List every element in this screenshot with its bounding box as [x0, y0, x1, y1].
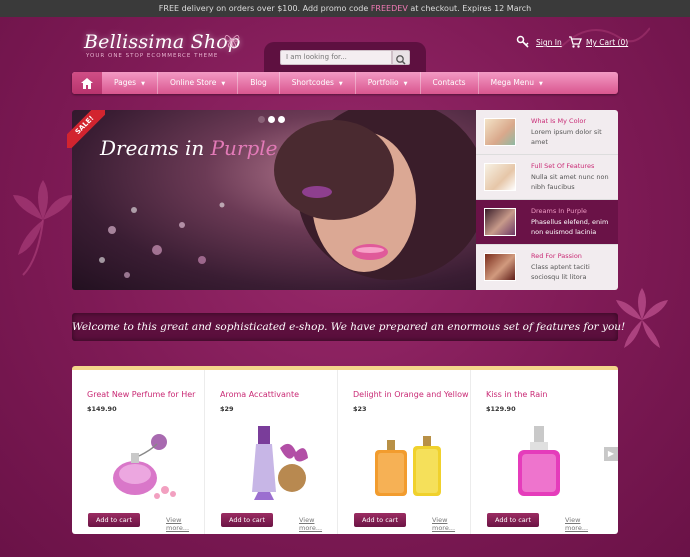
nav-item-contacts[interactable]: Contacts	[421, 72, 479, 94]
chevron-down-icon: ▼	[338, 81, 343, 87]
chevron-down-icon: ▼	[141, 81, 145, 87]
thumb-desc: Lorem ipsum dolor sit amet	[531, 128, 602, 146]
add-to-cart-button[interactable]: Add to cart	[88, 513, 140, 527]
key-icon	[516, 35, 529, 48]
slider-thumb-active[interactable]: Dreams In Purple Phasellus elefend, enim…	[476, 200, 618, 245]
product-price: $23	[353, 405, 367, 413]
nav-item-shortcodes[interactable]: Shortcodes ▼	[280, 72, 356, 94]
sale-ribbon: SALE!	[67, 110, 105, 148]
cart-link[interactable]: My Cart (0)	[586, 38, 628, 47]
nav-label: Pages	[114, 78, 137, 87]
slider-dots	[258, 116, 285, 123]
slider-thumb[interactable]: Red For Passion Class aptent taciti soci…	[476, 245, 618, 290]
thumb-image	[484, 253, 516, 281]
promo-text-after: at checkout. Expires 12 March	[407, 4, 532, 13]
product-name[interactable]: Aroma Accattivante	[220, 390, 299, 399]
nav-label: Portfolio	[367, 78, 399, 87]
thumb-image	[484, 208, 516, 236]
slider-thumbnails: What Is My Color Lorem ipsum dolor sit a…	[476, 110, 618, 290]
thumb-title: What Is My Color	[531, 117, 587, 125]
thumb-title: Red For Passion	[531, 252, 582, 260]
product-image	[375, 436, 441, 496]
product-image	[518, 426, 560, 496]
search-button[interactable]	[392, 50, 410, 65]
slider-thumb[interactable]: What Is My Color Lorem ipsum dolor sit a…	[476, 110, 618, 155]
welcome-banner: Welcome to this great and sophisticated …	[72, 313, 625, 341]
slider-dot[interactable]	[278, 116, 285, 123]
thumb-image	[484, 163, 516, 191]
product-price: $129.90	[486, 405, 516, 413]
product-card: Kiss in the Rain $129.90 Add to cart Vie…	[471, 370, 604, 534]
product-card: Great New Perfume for Her $149.90 Add to…	[72, 370, 205, 534]
cart-icon	[569, 36, 582, 48]
carousel-next-button[interactable]: ▶	[604, 447, 618, 461]
chevron-down-icon: ▼	[539, 81, 543, 87]
nav-label: Blog	[250, 78, 267, 87]
nav-label: Online Store	[169, 78, 217, 87]
product-image	[113, 434, 176, 499]
chevron-down-icon: ▼	[221, 81, 226, 87]
signin-link[interactable]: Sign In	[536, 38, 562, 47]
add-to-cart-button[interactable]: Add to cart	[221, 513, 273, 527]
slider-dot[interactable]	[268, 116, 275, 123]
flourish-right-decoration	[616, 288, 668, 348]
slider-title-main: Dreams in	[100, 136, 211, 160]
logo-tagline: YOUR ONE STOP ECOMMERCE THEME	[86, 53, 219, 59]
flourish-left-decoration	[13, 180, 73, 276]
nav-item-pages[interactable]: Pages ▼	[102, 72, 158, 94]
view-more-link[interactable]: View more...	[299, 516, 337, 532]
slider-thumb[interactable]: Full Set Of Features Nulla sit amet nunc…	[476, 155, 618, 200]
nav-label: Contacts	[432, 78, 466, 87]
add-to-cart-button[interactable]: Add to cart	[354, 513, 406, 527]
nav-home-button[interactable]	[72, 72, 102, 94]
promo-code: FREEDEV	[370, 4, 408, 13]
view-more-link[interactable]: View more...	[565, 516, 604, 532]
nav-item-blog[interactable]: Blog	[238, 72, 280, 94]
product-price: $149.90	[87, 405, 117, 413]
thumb-title: Full Set Of Features	[531, 162, 595, 170]
chevron-down-icon: ▼	[403, 81, 408, 87]
product-price: $29	[220, 405, 234, 413]
product-card: Delight in Orange and Yellow $23 Add to …	[338, 370, 471, 534]
logo-text[interactable]: Bellissima Shop	[84, 31, 240, 53]
promo-text-before: FREE delivery on orders over $100. Add p…	[158, 4, 371, 13]
thumb-image	[484, 118, 516, 146]
main-nav: Pages ▼ Online Store ▼ Blog Shortcodes ▼ Po…	[72, 72, 618, 94]
view-more-link[interactable]: View more...	[432, 516, 470, 532]
nav-item-portfolio[interactable]: Portfolio ▼	[356, 72, 421, 94]
product-name[interactable]: Delight in Orange and Yellow	[353, 390, 469, 399]
nav-label: Mega Menu	[490, 78, 535, 87]
product-card: Aroma Accattivante $29 Add to cart View …	[205, 370, 338, 534]
thumb-desc: Nulla sit amet nunc non nibh faucibus	[531, 173, 609, 191]
view-more-link[interactable]: View more...	[166, 516, 204, 532]
nav-label: Shortcodes	[291, 78, 334, 87]
slider-dot[interactable]	[258, 116, 265, 123]
product-image	[252, 426, 308, 500]
add-to-cart-button[interactable]: Add to cart	[487, 513, 539, 527]
promo-bar: FREE delivery on orders over $100. Add p…	[0, 0, 690, 17]
sale-label: SALE!	[67, 110, 105, 148]
thumb-desc: Class aptent taciti sociosqu lit litora	[531, 263, 590, 281]
product-name[interactable]: Kiss in the Rain	[486, 390, 547, 399]
slider-title-accent: Purple	[210, 136, 278, 160]
home-icon	[81, 77, 93, 89]
product-name[interactable]: Great New Perfume for Her	[87, 390, 195, 399]
search-icon	[396, 55, 406, 65]
chevron-right-icon: ▶	[607, 449, 615, 458]
search-input[interactable]: I am looking for...	[280, 50, 392, 65]
thumb-title: Dreams In Purple	[531, 207, 587, 215]
nav-item-online-store[interactable]: Online Store ▼	[158, 72, 239, 94]
slider-title: Dreams in Purple	[100, 136, 278, 160]
product-carousel: Great New Perfume for Her $149.90 Add to…	[72, 366, 618, 534]
thumb-desc: Phasellus elefend, enim non euismod laci…	[531, 218, 609, 236]
butterfly-icon	[224, 35, 240, 48]
nav-item-mega-menu[interactable]: Mega Menu ▼	[479, 72, 555, 94]
